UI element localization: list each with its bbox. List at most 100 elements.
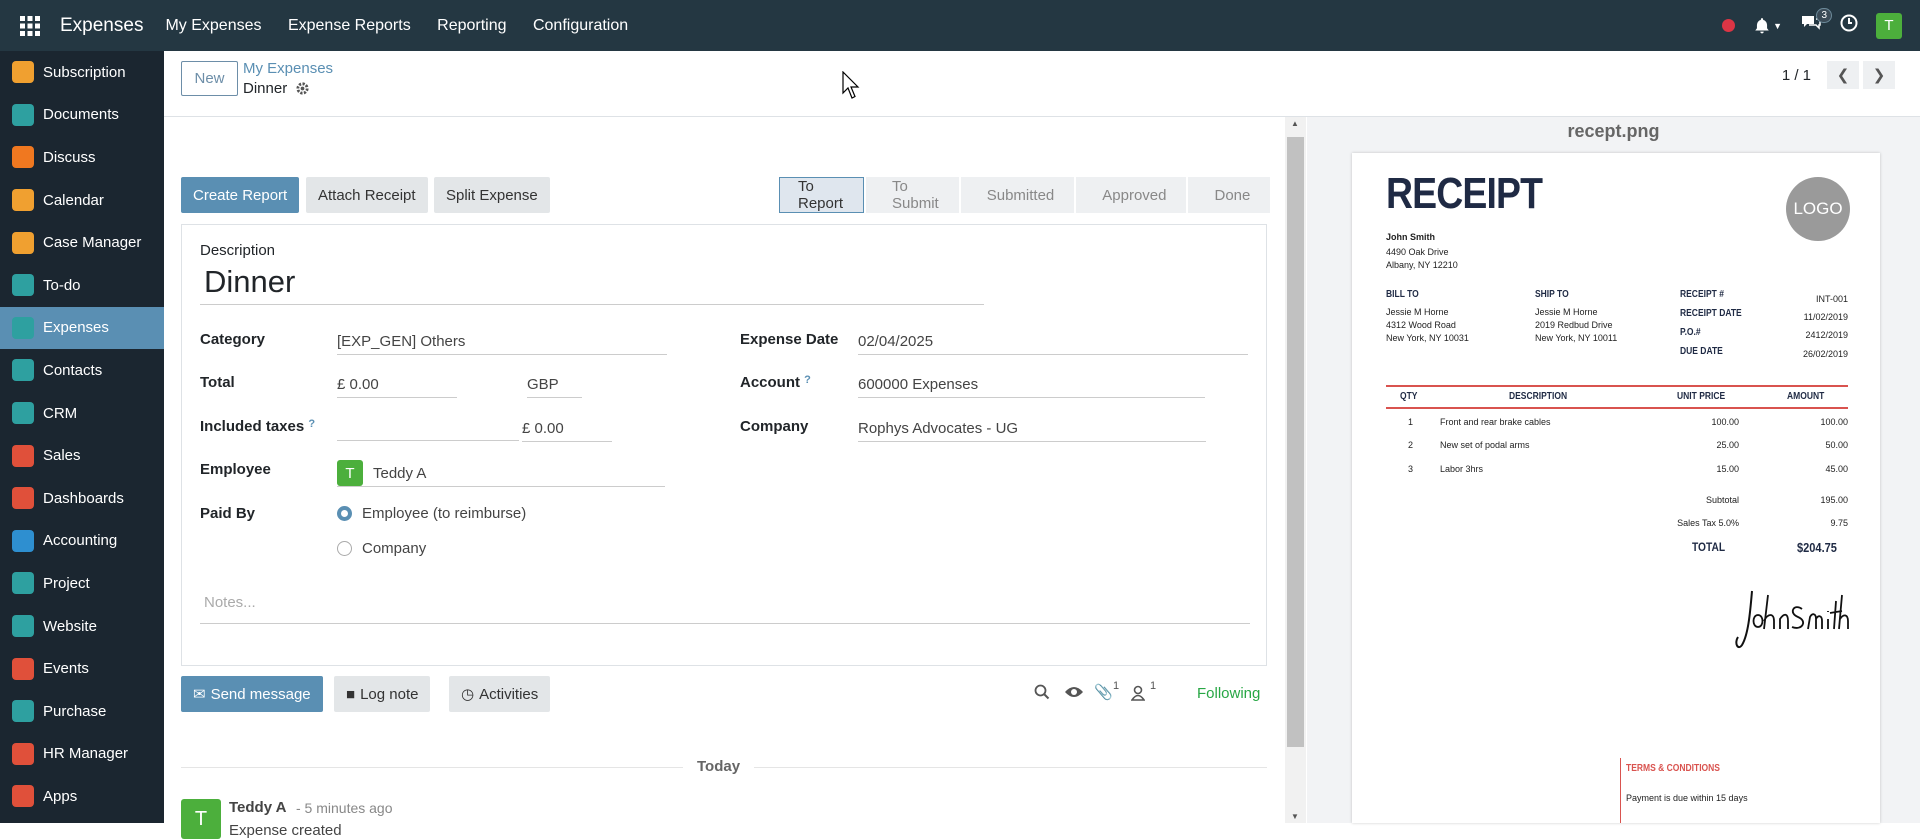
search-icon[interactable] xyxy=(1034,684,1050,705)
apps-icon xyxy=(12,785,34,808)
ship-to-line-1: Jessie M Horne xyxy=(1535,307,1598,317)
scroll-down-arrow-icon[interactable]: ▼ xyxy=(1291,812,1299,821)
sidebar-item-apps[interactable]: Apps xyxy=(0,775,164,818)
attach-receipt-button[interactable]: Attach Receipt xyxy=(306,177,428,213)
split-expense-button[interactable]: Split Expense xyxy=(434,177,550,213)
activity-clock-icon[interactable] xyxy=(1840,14,1858,37)
create-report-button[interactable]: Create Report xyxy=(181,177,300,213)
form-sheet: Description Dinner Category [EXP_GEN] Ot… xyxy=(181,224,1267,666)
message-author[interactable]: Teddy A xyxy=(229,799,287,816)
sidebar-item-label: Case Manager xyxy=(43,234,142,252)
recording-indicator-icon[interactable] xyxy=(1722,19,1736,32)
log-note-button[interactable]: ■ Log note xyxy=(334,676,431,712)
sidebar-item-expenses[interactable]: Expenses xyxy=(0,306,164,350)
eye-icon[interactable] xyxy=(1064,685,1084,704)
sidebar-item-sales[interactable]: Sales xyxy=(0,434,164,477)
sidebar-item-calendar[interactable]: Calendar xyxy=(0,179,164,222)
sidebar-item-hr-manager[interactable]: HR Manager xyxy=(0,733,164,776)
send-message-label: Send message xyxy=(210,685,311,703)
sidebar-item-label: Expenses xyxy=(43,319,109,337)
dashboards-icon xyxy=(12,487,34,510)
stage-approved[interactable]: Approved xyxy=(1076,177,1187,213)
form-scrollbar[interactable]: ▲ ▼ xyxy=(1285,117,1306,823)
following-button[interactable]: Following xyxy=(1197,685,1260,702)
followers-icon[interactable] xyxy=(1130,685,1146,706)
pager-previous-button[interactable]: ❮ xyxy=(1827,61,1859,89)
app-menu-grid-icon[interactable] xyxy=(0,0,60,51)
menu-reporting[interactable]: Reporting xyxy=(437,17,506,34)
sidebar-item-events[interactable]: Events xyxy=(0,647,164,690)
sidebar-item-case-manager[interactable]: Case Manager xyxy=(0,221,164,264)
user-avatar[interactable]: T xyxy=(1876,12,1902,39)
sidebar-item-subscription[interactable]: Subscription xyxy=(0,51,164,94)
new-button[interactable]: New xyxy=(181,61,238,96)
menu-my-expenses[interactable]: My Expenses xyxy=(165,17,261,34)
employee-field[interactable]: T Teddy A xyxy=(337,460,665,487)
scrollbar-thumb[interactable] xyxy=(1287,137,1304,747)
receipt-table-top-rule xyxy=(1386,385,1848,387)
receipt-bill-to-label: BILL TO xyxy=(1386,289,1419,300)
bill-to-line-1: Jessie M Horne xyxy=(1386,307,1449,317)
pager-value[interactable]: 1 / 1 xyxy=(1782,67,1811,84)
sidebar-item-to-do[interactable]: To-do xyxy=(0,264,164,307)
message-count-badge: 3 xyxy=(1816,8,1832,23)
currency-field[interactable]: GBP xyxy=(527,376,582,398)
receipt-image[interactable]: RECEIPT LOGO John Smith 4490 Oak Drive A… xyxy=(1352,153,1880,823)
row-1-unit-price: 100.00 xyxy=(1711,417,1739,427)
sidebar-item-crm[interactable]: CRM xyxy=(0,392,164,435)
website-icon xyxy=(12,615,34,638)
pager-next-button[interactable]: ❯ xyxy=(1863,61,1895,89)
record-pager: 1 / 1 ❮ ❯ xyxy=(1782,61,1895,89)
bill-to-line-2: 4312 Wood Road xyxy=(1386,320,1456,330)
company-field[interactable]: Rophys Advocates - UG xyxy=(858,420,1206,442)
sidebar-item-contacts[interactable]: Contacts xyxy=(0,349,164,392)
tax-label: Sales Tax 5.0% xyxy=(1677,518,1739,528)
send-message-button[interactable]: ✉ Send message xyxy=(181,676,323,712)
sidebar-item-purchase[interactable]: Purchase xyxy=(0,690,164,733)
category-field[interactable]: [EXP_GEN] Others xyxy=(337,333,667,355)
scroll-up-arrow-icon[interactable]: ▲ xyxy=(1291,119,1299,128)
sidebar-item-label: Dashboards xyxy=(43,489,124,507)
sidebar-item-discuss[interactable]: Discuss xyxy=(0,136,164,179)
included-taxes-field[interactable]: £ 0.00 xyxy=(522,420,612,442)
project-icon xyxy=(12,572,34,595)
description-input[interactable]: Dinner xyxy=(200,264,984,305)
company-label: Company xyxy=(740,418,809,435)
sidebar-item-dashboards[interactable]: Dashboards xyxy=(0,477,164,520)
paid-by-company-radio[interactable]: Company xyxy=(337,540,426,557)
notification-bell-icon[interactable]: ▼ xyxy=(1753,17,1782,35)
sidebar-item-accounting[interactable]: Accounting xyxy=(0,520,164,563)
help-icon[interactable]: ? xyxy=(804,374,811,386)
paid-by-employee-radio[interactable]: Employee (to reimburse) xyxy=(337,505,526,522)
receipt-logo: LOGO xyxy=(1786,177,1850,241)
control-panel: New My Expenses Dinner 1 / 1 ❮ ❯ xyxy=(164,51,1920,117)
stage-done[interactable]: Done xyxy=(1188,177,1271,213)
sidebar-item-project[interactable]: Project xyxy=(0,562,164,605)
app-brand[interactable]: Expenses xyxy=(60,15,143,37)
subtotal-value: 195.00 xyxy=(1820,495,1848,505)
sidebar-item-documents[interactable]: Documents xyxy=(0,94,164,137)
stage-to-submit[interactable]: To Submit xyxy=(866,177,959,213)
sidebar-item-label: Purchase xyxy=(43,702,107,720)
menu-configuration[interactable]: Configuration xyxy=(533,17,628,34)
events-icon xyxy=(12,657,34,680)
gear-icon[interactable] xyxy=(295,81,310,96)
total-field[interactable]: £ 0.00 xyxy=(337,376,457,398)
breadcrumb-parent[interactable]: My Expenses xyxy=(243,60,333,77)
row-2-amount: 50.00 xyxy=(1825,440,1848,450)
help-icon[interactable]: ? xyxy=(308,418,315,430)
menu-expense-reports[interactable]: Expense Reports xyxy=(288,17,411,34)
meta-label-receipt-date: RECEIPT DATE xyxy=(1680,308,1742,319)
stage-to-report[interactable]: To Report xyxy=(779,177,865,213)
message-author-avatar[interactable]: T xyxy=(181,799,221,839)
messages-icon[interactable]: 3 xyxy=(1800,8,1832,37)
terms-label: TERMS & CONDITIONS xyxy=(1626,763,1720,774)
activities-button[interactable]: ◷ Activities xyxy=(449,676,551,712)
stage-submitted[interactable]: Submitted xyxy=(960,177,1075,213)
account-field[interactable]: 600000 Expenses xyxy=(858,376,1205,398)
sidebar-item-website[interactable]: Website xyxy=(0,605,164,648)
receipt-title: RECEIPT xyxy=(1386,169,1543,218)
expense-date-field[interactable]: 02/04/2025 xyxy=(858,333,1248,355)
notes-field[interactable]: Notes... xyxy=(200,594,1250,624)
attachment-paperclip-icon[interactable]: 📎 xyxy=(1094,683,1113,701)
